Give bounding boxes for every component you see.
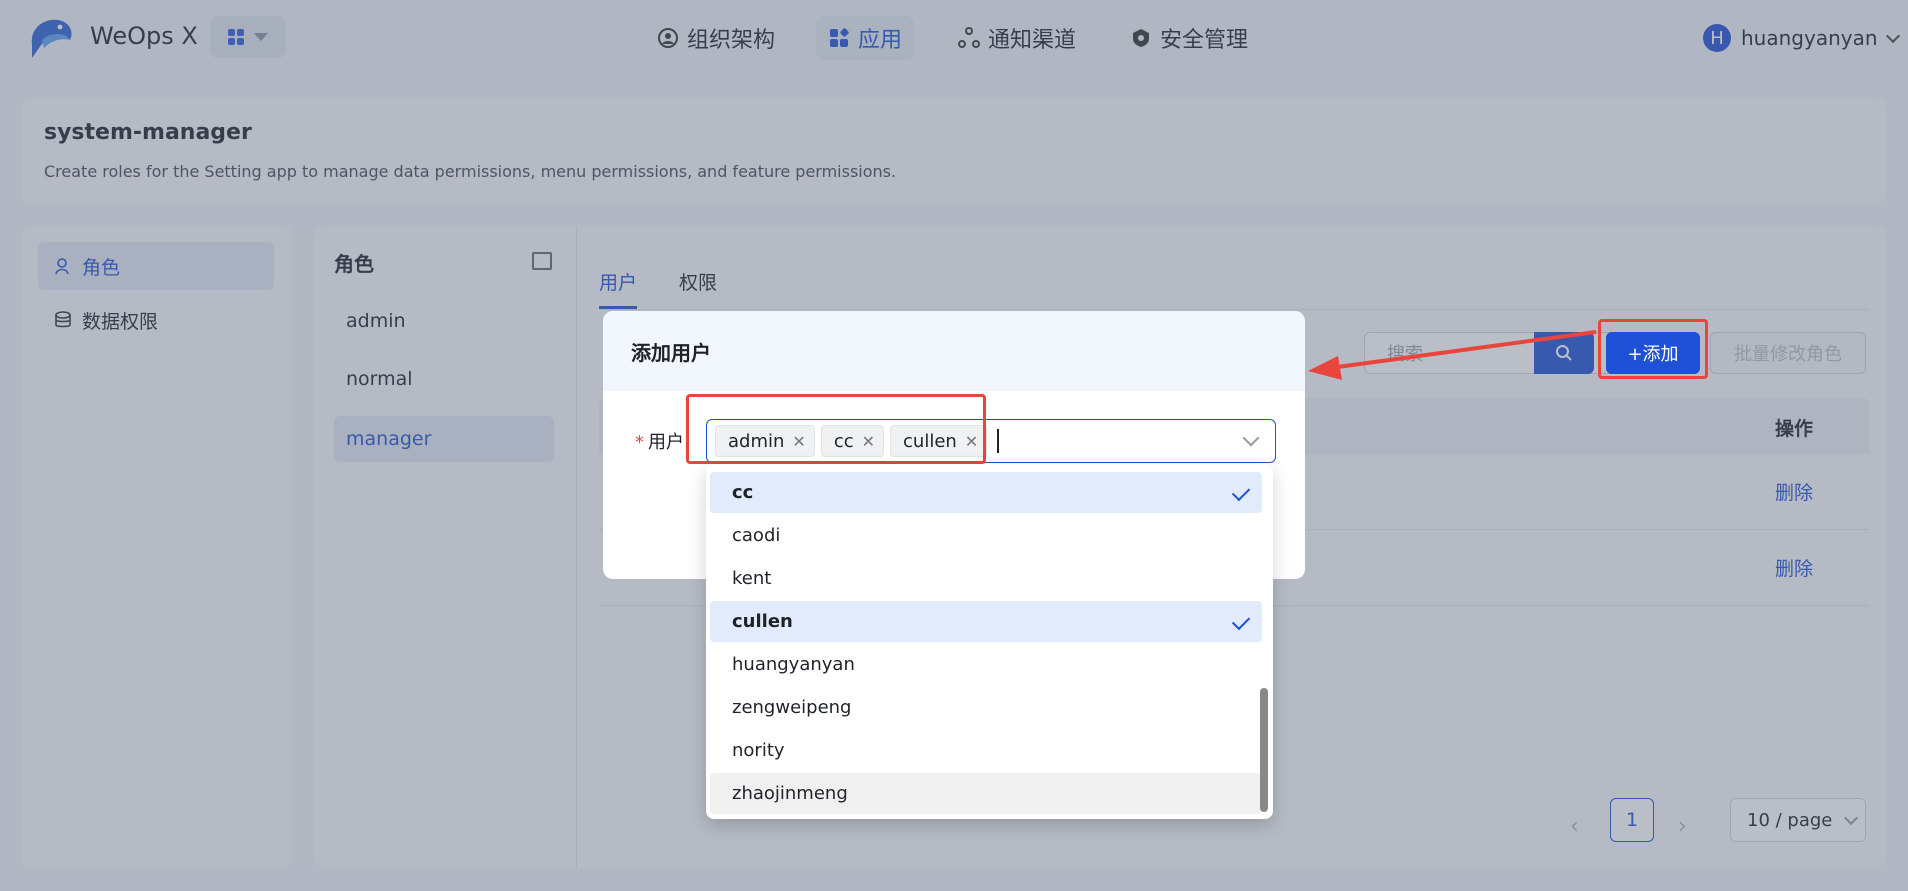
option-kent[interactable]: kent (710, 558, 1262, 599)
option-zengweipeng[interactable]: zengweipeng (710, 687, 1262, 728)
option-label: caodi (732, 525, 781, 546)
modal-title: 添加用户 (603, 311, 1305, 391)
scrollbar[interactable] (1260, 688, 1268, 812)
option-cullen[interactable]: cullen (710, 601, 1262, 642)
user-options-dropdown: cc caodi kent cullen huangyanyan zengwei… (706, 464, 1273, 819)
option-label: zengweipeng (732, 697, 852, 718)
option-huangyanyan[interactable]: huangyanyan (710, 644, 1262, 685)
option-label: cc (732, 482, 754, 503)
text-cursor (997, 429, 1000, 453)
option-label: kent (732, 568, 772, 589)
option-nority[interactable]: nority (710, 730, 1262, 771)
option-label: nority (732, 740, 785, 761)
user-field-label: * 用户: (635, 432, 691, 453)
check-icon (1231, 482, 1251, 502)
option-label: cullen (732, 611, 793, 632)
option-label: huangyanyan (732, 654, 855, 675)
chevron-down-icon (1242, 429, 1260, 447)
annotation-box (686, 394, 986, 464)
option-caodi[interactable]: caodi (710, 515, 1262, 556)
check-icon (1231, 611, 1251, 631)
option-cc[interactable]: cc (710, 472, 1262, 513)
option-label: zhaojinmeng (732, 783, 848, 804)
option-zhaojinmeng[interactable]: zhaojinmeng (710, 773, 1262, 814)
annotation-box (1598, 319, 1708, 379)
